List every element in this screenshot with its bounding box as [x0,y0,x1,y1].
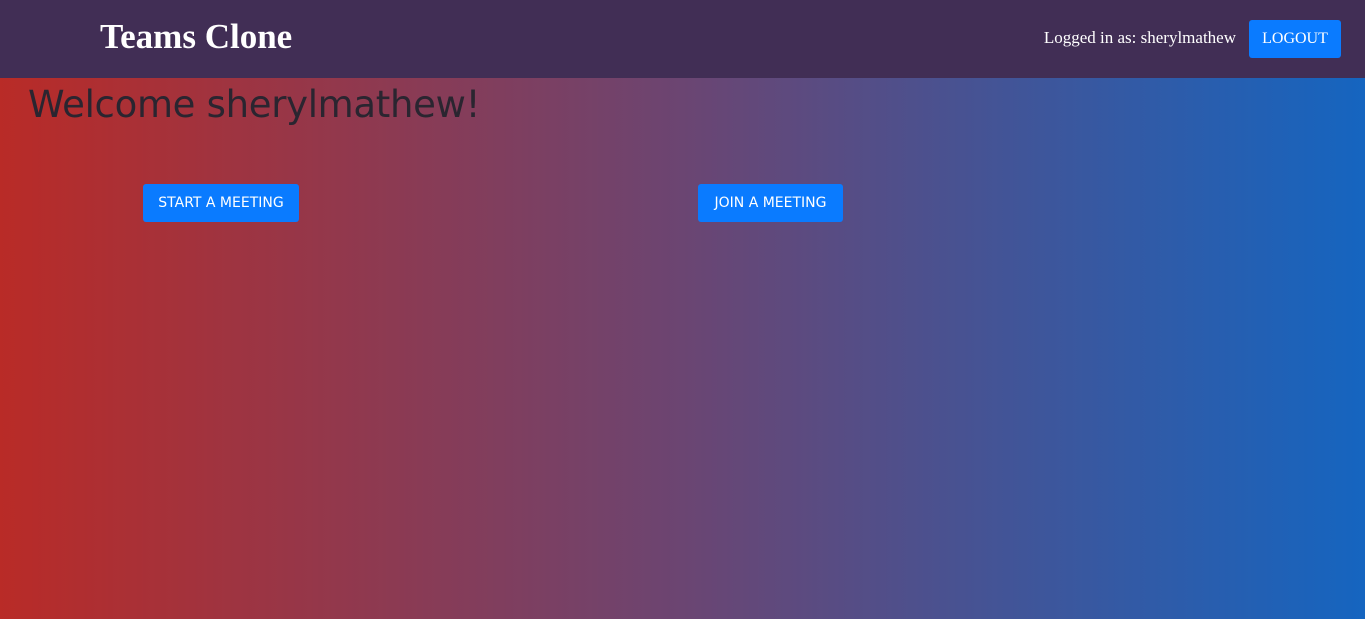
welcome-heading: Welcome sherylmathew! [28,83,481,126]
logged-in-status: Logged in as: sherylmathew [1043,28,1236,47]
start-meeting-button[interactable]: START A MEETING [143,184,299,222]
logout-button[interactable]: LOGOUT [1249,20,1341,58]
join-meeting-button[interactable]: JOIN A MEETING [698,184,843,222]
navbar: Teams Clone Logged in as: sherylmathew L… [0,0,1365,78]
app-brand[interactable]: Teams Clone [100,14,292,60]
